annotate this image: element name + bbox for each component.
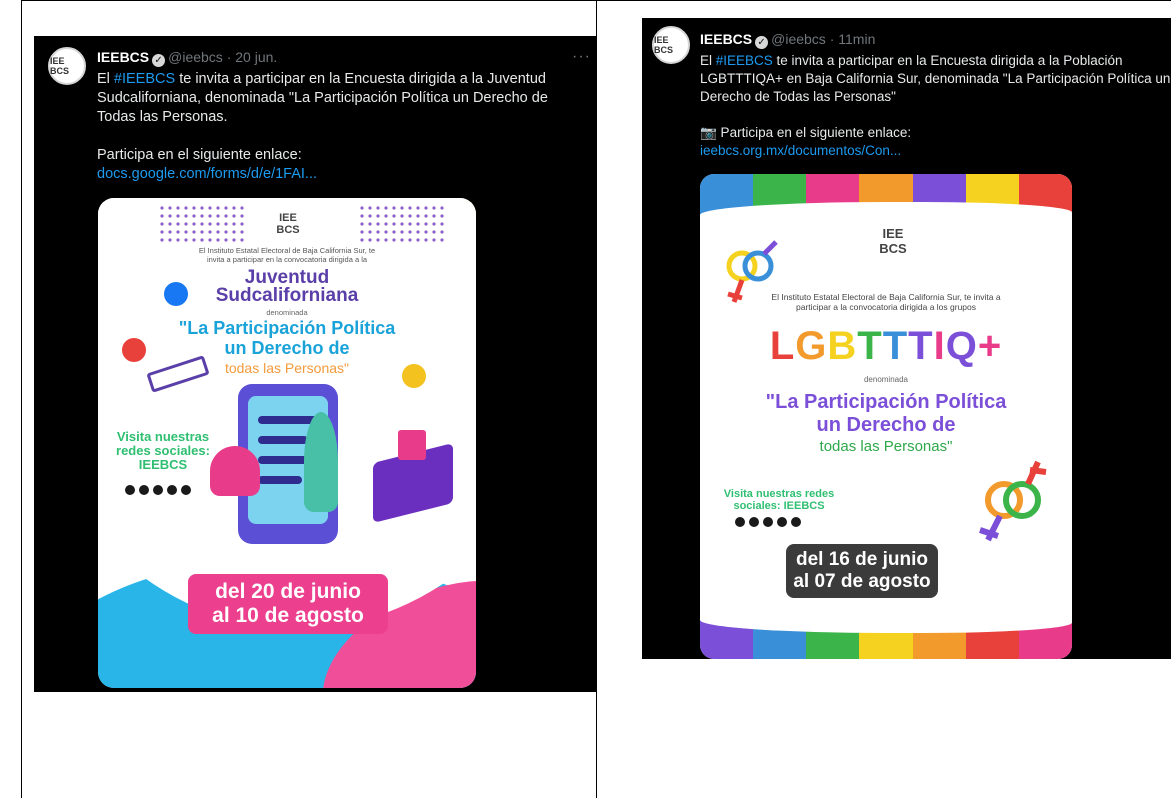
author-name[interactable]: IEEBCS (97, 49, 149, 65)
decor-dots-right (358, 204, 448, 244)
more-options-icon[interactable]: ··· (572, 48, 591, 66)
poster-image-juventud[interactable]: IEE BCS El Instituto Estatal Electoral d… (98, 198, 476, 688)
poster-denominada: denominada (863, 375, 909, 384)
tweet-text: El #IEEBCS te invita a participar en la … (700, 52, 1171, 160)
link-intro: Participa en el siguiente enlace: (97, 147, 302, 163)
verified-badge-icon: ✓ (755, 36, 769, 49)
avatar-logo-text: IEE BCS (50, 56, 70, 76)
tiktok-icon (180, 484, 192, 496)
ballot-illustration (398, 430, 426, 460)
youtube-icon (762, 516, 774, 528)
verified-badge-icon: ✓ (152, 54, 166, 67)
gender-symbols-bottom-icon (979, 460, 1047, 542)
social-icons (124, 484, 192, 496)
hashtag-link[interactable]: #IEEBCS (716, 53, 773, 68)
iee-bcs-logo: IEE BCS (276, 212, 300, 236)
document-link[interactable]: ieebcs.org.mx/documentos/Con... (700, 143, 901, 158)
poster-denominada: denominada (266, 308, 308, 317)
tiktok-icon (790, 516, 802, 528)
poster-image-lgbt[interactable]: IEE BCS El Instituto Estatal Electoral d… (700, 174, 1072, 659)
poster-visit-socials: Visita nuestras redes sociales: IEEBCS (116, 429, 210, 472)
tweet-header: IEEBCS ✓ @ieebcs · 11min (700, 31, 876, 49)
decor-dots-left (158, 204, 248, 244)
heart-emoji-icon (122, 338, 146, 362)
avatar[interactable]: IEE BCS (48, 47, 86, 85)
social-icons (734, 516, 802, 528)
wow-emoji-icon (402, 364, 426, 388)
youtube-icon (152, 484, 164, 496)
tweet-time[interactable]: 11min (838, 31, 875, 47)
author-name[interactable]: IEEBCS (700, 31, 752, 47)
poster-title-line2: Sudcaliforniana (215, 285, 359, 306)
poster-group-title: LGBTTTIQ+ (769, 324, 1003, 368)
author-handle[interactable]: @ieebcs (771, 31, 826, 47)
poster-quote-line2: un Derecho de (224, 338, 350, 358)
twitter-icon (138, 484, 150, 496)
poster-quote: "La Participación Política un Derecho de (765, 391, 1007, 436)
poster-dates: del 16 de junio al 07 de agosto (786, 544, 938, 598)
author-handle[interactable]: @ieebcs (168, 49, 223, 65)
instagram-icon (776, 516, 788, 528)
hashtag-link[interactable]: #IEEBCS (114, 71, 175, 87)
like-emoji-icon (164, 282, 188, 306)
poster-quote-line1: "La Participación Política (178, 318, 396, 338)
poster-intro: El Instituto Estatal Electoral de Baja C… (771, 292, 1001, 312)
instagram-icon (166, 484, 178, 496)
iee-bcs-logo: IEE BCS (879, 226, 907, 256)
table-border-left (21, 0, 22, 798)
tweet-text: El #IEEBCS te invita a participar en la … (97, 70, 587, 184)
poster-quote-line3: todas las Personas" (819, 438, 953, 455)
poster-visit-socials: Visita nuestras redes sociales: IEEBCS (723, 488, 835, 512)
tweet-time[interactable]: 20 jun. (235, 49, 277, 65)
tweet-header: IEEBCS ✓ @ieebcs · 20 jun. (97, 49, 278, 67)
poster-intro: El Instituto Estatal Electoral de Baja C… (198, 246, 376, 264)
facebook-icon (124, 484, 136, 496)
twitter-icon (748, 516, 760, 528)
facebook-icon (734, 516, 746, 528)
poster-dates: del 20 de junio al 10 de agosto (188, 574, 388, 634)
person-illustration-standing (304, 412, 338, 512)
form-link[interactable]: docs.google.com/forms/d/e/1FAI... (97, 166, 317, 182)
avatar[interactable]: IEE BCS (652, 26, 690, 64)
link-intro: 📷 Participa en el siguiente enlace: (700, 125, 912, 140)
avatar-logo-text: IEE BCS (654, 35, 674, 55)
